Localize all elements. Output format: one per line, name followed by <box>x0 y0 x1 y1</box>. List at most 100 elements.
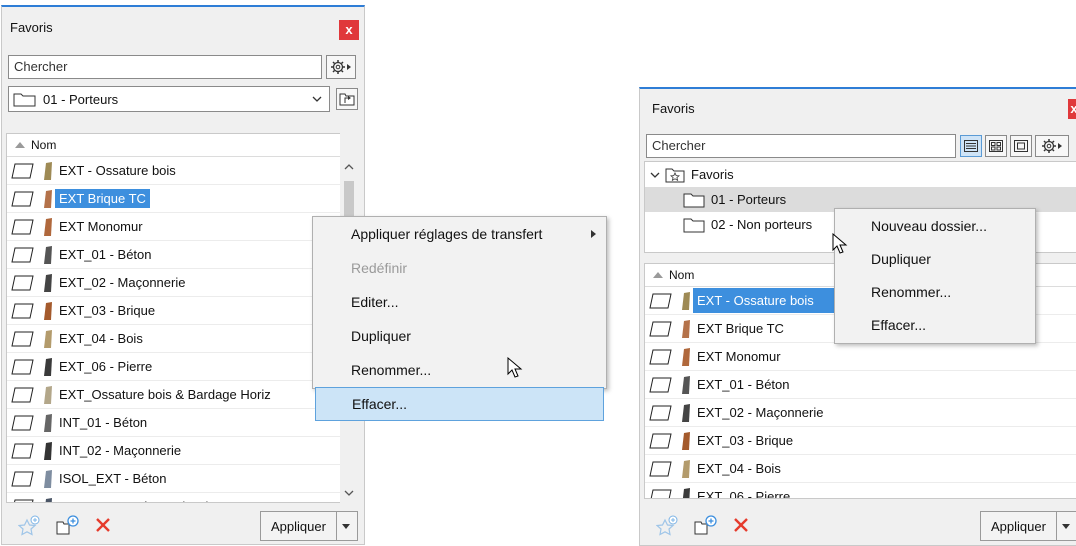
menu-item-label: Redéfinir <box>351 260 408 276</box>
add-favorite-icon[interactable] <box>656 515 680 537</box>
list-item[interactable]: ISOL_EXT - Béton & bardage <box>7 493 343 502</box>
tree-folder-label: 01 - Porteurs <box>711 192 787 207</box>
apply-button[interactable]: Appliquer <box>260 511 358 541</box>
list-item-label: EXT_06 - Pierre <box>59 359 153 374</box>
list-item[interactable]: EXT_06 - Pierre <box>645 483 1076 499</box>
list-item[interactable]: EXT Monomur <box>7 213 343 241</box>
menu-item[interactable]: Effacer... <box>315 387 604 421</box>
material-swatch-icon <box>682 459 690 478</box>
menu-item[interactable]: Dupliquer <box>313 319 606 353</box>
favorite-item-icon <box>649 349 672 364</box>
favorite-item-icon <box>11 387 34 402</box>
panel-title: Favoris <box>652 101 695 116</box>
chevron-down-icon[interactable] <box>649 169 661 181</box>
menu-item[interactable]: Editer... <box>313 285 606 319</box>
list-item[interactable]: EXT_06 - Pierre <box>7 353 343 381</box>
list-item-label: EXT_06 - Pierre <box>697 489 791 499</box>
list-item[interactable]: EXT_04 - Bois <box>645 455 1076 483</box>
tree-root-label: Favoris <box>691 167 734 182</box>
menu-item[interactable]: Dupliquer <box>835 242 1035 275</box>
material-swatch-icon <box>45 497 52 502</box>
grid-view-icon <box>989 140 1003 152</box>
list-item[interactable]: EXT_03 - Brique <box>645 427 1076 455</box>
list-view-button[interactable] <box>960 135 982 157</box>
mouse-cursor-icon <box>832 233 848 254</box>
list-item-label: EXT_03 - Brique <box>59 303 156 318</box>
menu-item[interactable]: Renommer... <box>835 275 1035 308</box>
favorite-item-icon <box>649 461 672 476</box>
menu-item[interactable]: Effacer... <box>835 308 1035 341</box>
bottom-toolbar: Appliquer <box>640 505 1076 545</box>
search-input[interactable]: Chercher <box>8 55 322 79</box>
material-swatch-icon <box>44 189 52 208</box>
menu-item-label: Dupliquer <box>351 328 411 344</box>
list-item[interactable]: EXT_01 - Béton <box>645 371 1076 399</box>
menu-item[interactable]: Nouveau dossier... <box>835 209 1035 242</box>
menu-item: Redéfinir <box>313 251 606 285</box>
list-item[interactable]: EXT_01 - Béton <box>7 241 343 269</box>
list-item[interactable]: EXT - Ossature bois <box>7 157 343 185</box>
menu-item-label: Appliquer réglages de transfert <box>351 226 543 242</box>
list-item-label: ISOL_EXT - Béton <box>59 471 167 486</box>
folder-icon <box>683 193 705 207</box>
submenu-arrow-icon <box>591 230 596 238</box>
add-favorite-icon[interactable] <box>18 515 42 537</box>
preview-view-icon <box>1014 140 1028 152</box>
list-item[interactable]: INT_02 - Maçonnerie <box>7 437 343 465</box>
parent-folder-button[interactable] <box>336 88 358 110</box>
list-item[interactable]: EXT_02 - Maçonnerie <box>645 399 1076 427</box>
context-menu-left: Appliquer réglages de transfert Redéfinir… <box>312 216 607 421</box>
column-header-name[interactable]: Nom <box>7 134 343 157</box>
new-folder-icon[interactable] <box>55 514 81 536</box>
favorite-item-icon <box>11 359 34 374</box>
list-item[interactable]: INT_01 - Béton <box>7 409 343 437</box>
material-swatch-icon <box>44 273 52 292</box>
list-item-label: EXT_02 - Maçonnerie <box>697 405 824 420</box>
material-swatch-icon <box>44 245 52 264</box>
material-swatch-icon <box>682 403 690 422</box>
list-item-label: EXT_Ossature bois & Bardage Horiz <box>59 387 271 402</box>
delete-x-icon[interactable] <box>733 517 749 533</box>
column-header-label: Nom <box>31 138 57 152</box>
favorites-folder-icon <box>665 168 685 182</box>
new-folder-icon[interactable] <box>693 514 719 536</box>
material-swatch-icon <box>682 291 690 310</box>
list-item-label: EXT Monomur <box>59 219 143 234</box>
search-input[interactable]: Chercher <box>646 134 956 158</box>
settings-gear-button[interactable] <box>326 55 356 79</box>
menu-item-label: Renommer... <box>351 362 432 378</box>
menu-item-label: Effacer... <box>352 396 407 412</box>
favorite-item-icon <box>11 331 34 346</box>
grid-view-button[interactable] <box>985 135 1007 157</box>
favorite-item-icon <box>11 247 34 262</box>
material-swatch-icon <box>44 301 52 320</box>
list-item-label: EXT_01 - Béton <box>697 377 790 392</box>
gear-icon <box>331 60 351 74</box>
list-item-label: EXT_03 - Brique <box>697 433 794 448</box>
column-header-label: Nom <box>669 268 695 282</box>
list-item[interactable]: EXT_Ossature bois & Bardage Horiz <box>7 381 343 409</box>
list-item[interactable]: EXT Monomur <box>645 343 1076 371</box>
delete-x-icon[interactable] <box>95 517 111 533</box>
folder-up-icon <box>339 93 355 106</box>
bottom-toolbar: Appliquer <box>2 505 364 544</box>
menu-item[interactable]: Renommer... <box>313 353 606 387</box>
list-item[interactable]: ISOL_EXT - Béton <box>7 465 343 493</box>
apply-options-arrow[interactable] <box>1055 512 1075 540</box>
apply-options-arrow[interactable] <box>335 512 355 540</box>
close-button[interactable]: x <box>1068 99 1076 119</box>
caret-down-icon <box>341 524 350 529</box>
list-item[interactable]: EXT Brique TC <box>7 185 343 213</box>
preview-view-button[interactable] <box>1010 135 1032 157</box>
apply-button[interactable]: Appliquer <box>980 511 1076 541</box>
list-item[interactable]: EXT_02 - Maçonnerie <box>7 269 343 297</box>
favorites-list: Nom EXT - Ossature bois EXT Brique TC EXT … <box>6 133 344 503</box>
settings-gear-button[interactable] <box>1035 135 1069 157</box>
list-item[interactable]: EXT_03 - Brique <box>7 297 343 325</box>
list-item[interactable]: EXT_04 - Bois <box>7 325 343 353</box>
menu-item[interactable]: Appliquer réglages de transfert <box>313 217 606 251</box>
close-button[interactable]: x <box>339 20 359 40</box>
folder-dropdown[interactable]: 01 - Porteurs <box>8 86 330 112</box>
tree-root-favoris[interactable]: Favoris <box>645 162 1076 187</box>
favorite-item-icon <box>649 433 672 448</box>
